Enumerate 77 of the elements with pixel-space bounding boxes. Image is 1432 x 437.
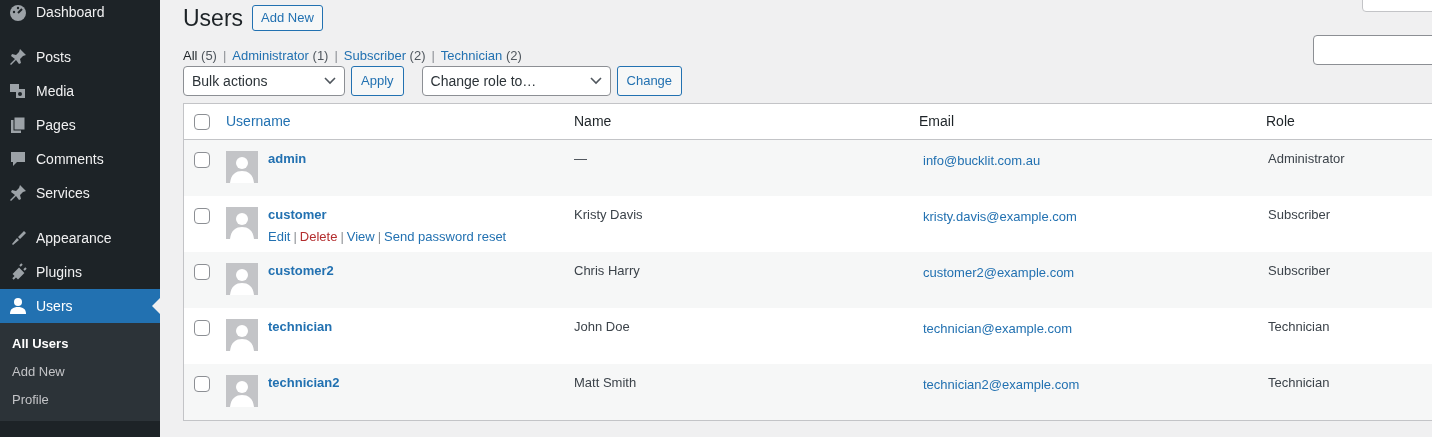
checkbox[interactable] xyxy=(194,264,210,280)
current-pointer xyxy=(152,298,160,314)
sidebar-item[interactable]: Users xyxy=(0,289,160,323)
media-icon xyxy=(8,81,28,101)
submenu-item[interactable]: Profile xyxy=(0,386,160,414)
sidebar-item[interactable]: Services xyxy=(0,176,160,210)
avatar xyxy=(226,151,258,183)
avatar xyxy=(226,207,258,239)
checkbox[interactable] xyxy=(194,320,210,336)
avatar xyxy=(226,375,258,407)
submenu-item[interactable]: All Users xyxy=(0,330,160,358)
email-link[interactable]: customer2@example.com xyxy=(921,265,1075,280)
filter-link[interactable]: All (5) xyxy=(183,46,217,66)
checkbox[interactable] xyxy=(194,376,210,392)
checkbox[interactable] xyxy=(194,113,210,130)
sidebar-item[interactable]: Dashboard xyxy=(0,0,160,29)
filter-link[interactable]: Subscriber (2) xyxy=(343,46,426,66)
sidebar-item[interactable]: Pages xyxy=(0,108,160,142)
sidebar-item[interactable]: Media xyxy=(0,74,160,108)
filter-link[interactable]: Technician (2) xyxy=(440,46,522,66)
table-cell-text: Technician xyxy=(1268,375,1331,392)
sidebar-item[interactable]: Comments xyxy=(0,142,160,176)
separator: | xyxy=(334,47,338,66)
separator: | xyxy=(431,47,435,66)
separator: | xyxy=(293,228,297,246)
add-new-button[interactable]: Add New xyxy=(252,5,323,31)
pushpin-icon xyxy=(8,183,28,203)
username-link[interactable]: technician xyxy=(268,319,333,335)
table-cell-text: Matt Smith xyxy=(574,375,638,392)
username-link[interactable]: customer2 xyxy=(268,263,334,279)
separator: | xyxy=(377,228,382,246)
avatar xyxy=(226,263,258,295)
submenu-item[interactable]: Add New xyxy=(0,358,160,386)
table-cell-text: Subscriber xyxy=(1268,207,1332,224)
filter-link[interactable]: Administrator (1) xyxy=(232,46,329,66)
chevron-down-icon xyxy=(324,77,336,85)
row-action-link[interactable]: Send password reset xyxy=(384,227,507,247)
email-link[interactable]: technician2@example.com xyxy=(921,377,1080,392)
row-action-link[interactable]: View xyxy=(346,227,375,247)
email-link[interactable]: technician@example.com xyxy=(921,321,1073,336)
column-header: Role xyxy=(1266,112,1296,131)
separator: | xyxy=(222,47,227,66)
user-icon xyxy=(8,296,28,316)
separator: | xyxy=(340,228,344,246)
chevron-down-icon xyxy=(589,77,602,85)
bulk-actions-dropdown[interactable]: Bulk actions xyxy=(183,66,345,96)
table-cell-text: Chris Harry xyxy=(574,263,641,280)
change-role-dropdown[interactable]: Change role to… xyxy=(421,66,611,96)
table-cell-text: Administrator xyxy=(1268,151,1346,168)
sidebar-item[interactable]: Plugins xyxy=(0,255,160,289)
table-cell-text: — xyxy=(574,151,588,168)
page-title: Users xyxy=(183,6,244,30)
row-action-link[interactable]: Delete xyxy=(299,227,338,247)
username-link[interactable]: customer xyxy=(268,207,507,223)
email-link[interactable]: info@bucklit.com.au xyxy=(921,153,1041,168)
change-button[interactable]: Change xyxy=(616,66,683,96)
avatar xyxy=(226,319,258,351)
pushpin-icon xyxy=(8,47,28,67)
username-link[interactable]: technician2 xyxy=(268,375,340,391)
search-field[interactable] xyxy=(1313,35,1432,65)
username-link[interactable]: admin xyxy=(268,151,307,167)
pages-icon xyxy=(8,115,28,135)
table-cell-text: Kristy Davis xyxy=(574,207,644,224)
row-action-link[interactable]: Edit xyxy=(268,227,291,247)
column-header: Email xyxy=(919,112,955,131)
table-cell-text: John Doe xyxy=(574,319,631,336)
column-header[interactable]: Username xyxy=(226,111,574,132)
table-cell-text: Subscriber xyxy=(1268,263,1332,280)
sidebar-item[interactable]: Posts xyxy=(0,40,160,74)
checkbox[interactable] xyxy=(194,152,210,168)
sidebar-item[interactable]: Appearance xyxy=(0,221,160,255)
speech-bubble-icon xyxy=(8,149,28,169)
email-link[interactable]: kristy.davis@example.com xyxy=(921,209,1077,224)
table-cell-text: Technician xyxy=(1268,319,1331,336)
column-header: Name xyxy=(574,112,613,131)
apply-button[interactable]: Apply xyxy=(351,66,404,96)
checkbox[interactable] xyxy=(194,208,210,224)
